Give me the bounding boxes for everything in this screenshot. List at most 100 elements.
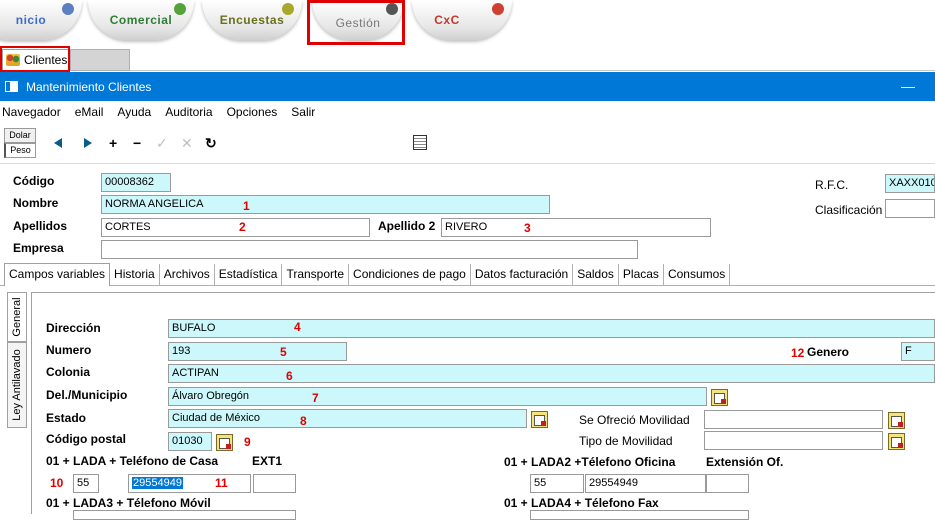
window-titlebar: Mantenimiento Clientes — [0,72,935,101]
direccion-field[interactable]: BUFALO [168,319,935,338]
document-icon[interactable] [413,135,427,150]
tab-ley-antilavado[interactable]: Ley Antilavado [7,342,27,428]
tab-placas[interactable]: Placas [619,264,664,285]
tel-casa-label: 01 + LADA + Teléfono de Casa [46,454,219,468]
menu-ayuda[interactable]: Ayuda [117,105,151,119]
tab-saldos[interactable]: Saldos [573,264,619,285]
annotation-4: 4 [294,320,301,334]
tab-archivos[interactable]: Archivos [160,264,215,285]
arrow-left-icon[interactable] [54,138,62,148]
lookup-icon[interactable] [711,389,728,406]
highlight-box [307,0,405,45]
movil-label: 01 + LADA3 + Télefono Móvil [46,496,211,510]
refresh-icon[interactable]: ↻ [205,136,217,150]
annotation-12: 12 [791,346,805,360]
check-icon[interactable]: ✓ [156,136,168,150]
fax-label: 01 + LADA4 + Télefono Fax [504,496,659,510]
tel-casa-value: 29554949 [132,477,183,489]
module-comercial[interactable]: Comercial [88,0,194,40]
annotation-11: 11 [215,476,228,490]
lookup-icon[interactable] [888,412,905,429]
municipio-field[interactable]: Álvaro Obregón [168,387,707,406]
nombre-field[interactable]: NORMA ANGELICA [101,195,550,214]
menu-opciones[interactable]: Opciones [227,105,278,119]
menu-bar: Navegador eMail Ayuda Auditoria Opciones… [0,102,935,122]
tab-general[interactable]: General [7,292,27,342]
tab-campos-variables[interactable]: Campos variables [4,263,111,286]
lookup-icon[interactable] [888,433,905,450]
lada2-field[interactable]: 55 [530,474,584,493]
menu-auditoria[interactable]: Auditoria [165,105,212,119]
codigo-label: Código [13,174,55,188]
module-cxc[interactable]: CxC [412,0,512,40]
currency-toggle[interactable]: Dolar Peso [4,128,36,160]
cp-field[interactable]: 01030 [168,432,212,451]
window-title: Mantenimiento Clientes [26,79,152,94]
menu-navegador[interactable]: Navegador [2,105,61,119]
module-inicio-label: nicio [15,13,47,27]
apellidos-field[interactable]: CORTES [101,218,370,237]
menu-salir[interactable]: Salir [291,105,315,119]
tel-oficina-label: 01 + LADA2 +Télefono Oficina [504,455,676,469]
status-ball-icon [492,3,504,15]
movilidad-field[interactable] [704,410,883,429]
detail-tabs: Campos variables Historia Archivos Estad… [4,263,731,286]
tab-estadistica[interactable]: Estadística [215,264,283,285]
empresa-field[interactable] [101,240,638,259]
estado-field[interactable]: Ciudad de México [168,409,527,428]
tab-datos-facturacion[interactable]: Datos facturación [471,264,574,285]
currency-dolar[interactable]: Dolar [4,128,36,143]
menu-email[interactable]: eMail [75,105,104,119]
apellido2-field[interactable]: RIVERO [441,218,711,237]
tel-casa-field[interactable]: 29554949 [128,474,251,493]
toolbar: Dolar Peso + − ✓ ✕ ↻ [0,124,935,164]
ext-of-label: Extensión Of. [706,455,784,469]
nombre-label: Nombre [13,196,59,210]
window-icon [5,81,18,92]
rfc-label: R.F.C. [815,178,849,192]
fax-field-edge[interactable] [530,510,749,520]
tel-oficina-field[interactable]: 29554949 [585,474,706,493]
annotation-8: 8 [300,414,307,428]
remove-icon[interactable]: − [133,136,141,150]
tab-condiciones-pago[interactable]: Condiciones de pago [349,264,471,285]
tab-historia[interactable]: Historia [110,264,160,285]
module-encuestas[interactable]: Encuestas [202,0,302,40]
lada-field[interactable]: 55 [73,474,99,493]
lookup-icon[interactable] [216,434,233,451]
clasificacion-label: Clasificación [815,203,883,217]
codigo-field[interactable]: 00008362 [101,173,171,192]
module-encuestas-label: Encuestas [219,13,285,27]
module-comercial-label: Comercial [109,13,173,27]
module-inicio[interactable]: nicio [0,0,82,40]
document-tabstrip [0,49,935,71]
movil-field-edge[interactable] [73,510,296,520]
currency-peso[interactable]: Peso [4,143,36,158]
annotation-3: 3 [524,221,531,235]
clasificacion-field[interactable] [885,199,935,218]
tipo-movilidad-field[interactable] [704,431,883,450]
ext1-label: EXT1 [252,454,283,468]
tab-transporte[interactable]: Transporte [282,264,350,285]
cancel-icon[interactable]: ✕ [181,136,193,150]
add-icon[interactable]: + [109,136,117,150]
rfc-field[interactable]: XAXX010 [885,174,935,193]
genero-field[interactable]: F [901,342,935,361]
annotation-6: 6 [286,369,293,383]
cp-label: Código postal [46,432,126,446]
module-cxc-label: CxC [434,13,460,27]
annotation-9: 9 [244,435,251,449]
annotation-7: 7 [312,391,319,405]
ext1-field[interactable] [253,474,296,493]
apellidos-label: Apellidos [13,219,68,233]
tipo-movilidad-label: Tipo de Movilidad [579,434,673,448]
tab-consumos[interactable]: Consumos [664,264,731,285]
highlight-box [0,46,70,72]
tab-ley-antilavado-label: Ley Antilavado [11,349,23,421]
arrow-right-icon[interactable] [84,138,92,148]
lookup-icon[interactable] [531,411,548,428]
colonia-field[interactable]: ACTIPAN [168,364,935,383]
ext-of-field[interactable] [706,474,749,493]
minimize-button[interactable]: — [901,78,915,94]
numero-field[interactable]: 193 [168,342,347,361]
